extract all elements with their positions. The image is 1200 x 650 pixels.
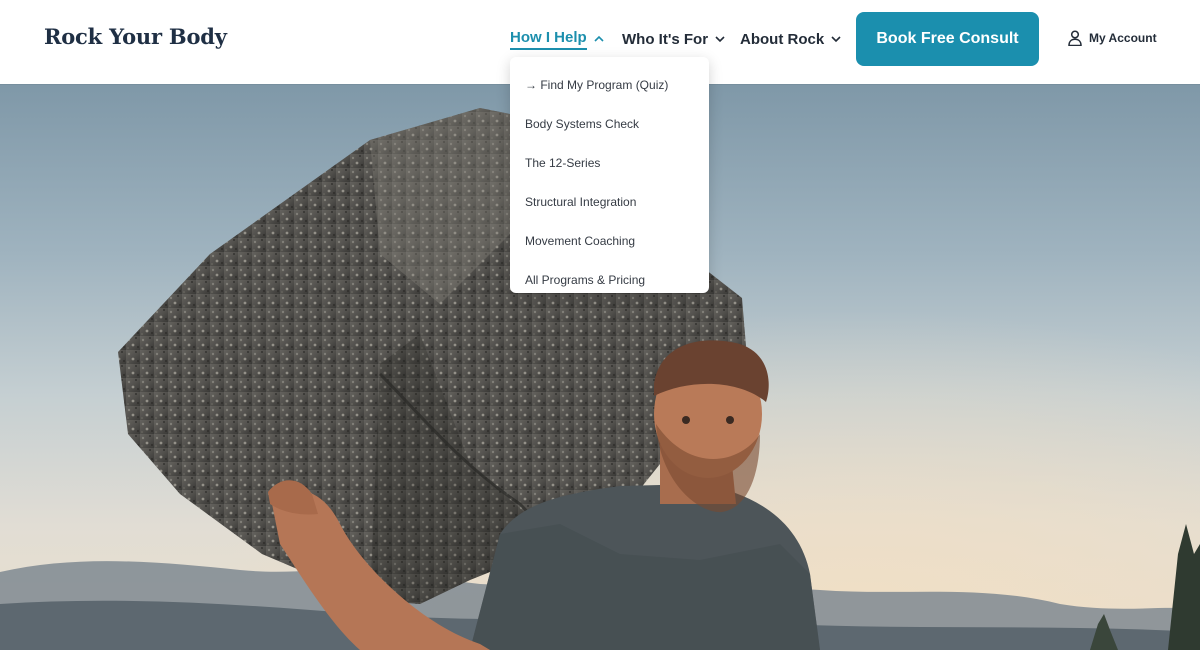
chevron-up-icon xyxy=(594,35,604,42)
nav-about-rock-label: About Rock xyxy=(740,30,825,48)
nav-who-its-for-label: Who It's For xyxy=(622,30,709,48)
book-consult-button[interactable]: Book Free Consult xyxy=(856,12,1039,66)
my-account-link[interactable]: My Account xyxy=(1068,30,1157,46)
dropdown-item-12-series[interactable]: The 12-Series xyxy=(510,143,709,182)
dropdown-item-body-systems-check[interactable]: Body Systems Check xyxy=(510,104,709,143)
how-i-help-dropdown: → Find My Program (Quiz) Body Systems Ch… xyxy=(510,57,709,293)
nav-about-rock[interactable]: About Rock xyxy=(740,29,842,49)
user-icon xyxy=(1068,30,1082,46)
dropdown-item-all-programs[interactable]: All Programs & Pricing xyxy=(510,260,709,299)
dropdown-item-find-program[interactable]: → Find My Program (Quiz) xyxy=(510,65,709,104)
dropdown-item-movement-coaching[interactable]: Movement Coaching xyxy=(510,221,709,260)
dropdown-item-structural-integration[interactable]: Structural Integration xyxy=(510,182,709,221)
site-logo[interactable]: Rock Your Body xyxy=(44,24,227,49)
nav-who-its-for[interactable]: Who It's For xyxy=(622,29,726,49)
chevron-down-icon xyxy=(715,36,725,43)
nav-how-i-help-label: How I Help xyxy=(510,29,587,50)
nav-how-i-help[interactable]: How I Help xyxy=(510,29,605,50)
chevron-down-icon xyxy=(831,36,841,43)
my-account-label: My Account xyxy=(1089,31,1157,45)
